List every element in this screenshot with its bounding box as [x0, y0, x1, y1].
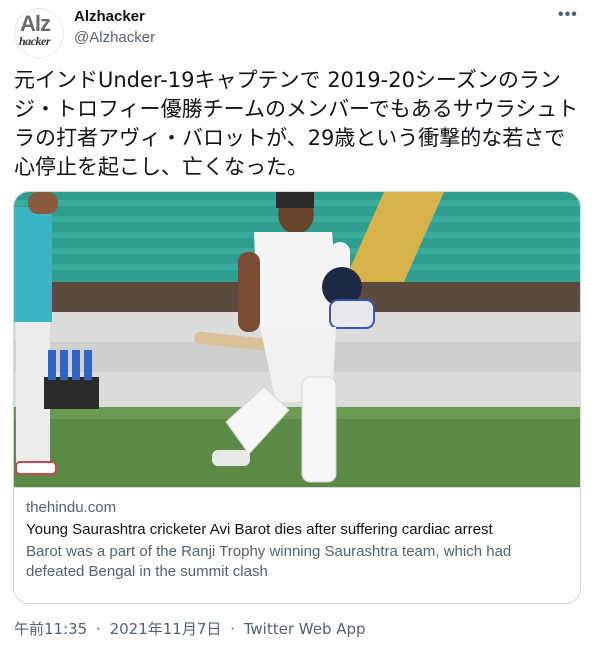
author-handle[interactable]: @Alzhacker: [74, 29, 155, 46]
tweet-timestamp: 午前11:35 · 2021年11月7日 · Twitter Web App: [14, 618, 366, 639]
card-domain: thehindu.com: [26, 499, 117, 516]
author-display-name[interactable]: Alzhacker: [74, 8, 145, 25]
tweet-source[interactable]: Twitter Web App: [244, 620, 366, 638]
separator-dot: ·: [230, 620, 235, 638]
separator-dot: ·: [96, 620, 101, 638]
tweet-text: 元インドUnder-19キャプテンで 2019-20シーズンのランジ・トロフィー…: [14, 68, 579, 179]
card-description: Barot was a part of the Ranji Trophy win…: [26, 543, 512, 580]
link-card[interactable]: thehindu.com Young Saurashtra cricketer …: [13, 191, 581, 604]
card-photo: [14, 192, 580, 487]
card-title: Young Saurashtra cricketer Avi Barot die…: [26, 521, 493, 538]
card-meta[interactable]: thehindu.com Young Saurashtra cricketer …: [14, 487, 580, 603]
three-dots-icon[interactable]: •••: [558, 6, 578, 24]
tweet-date[interactable]: 2021年11月7日: [110, 620, 222, 638]
tweet-time[interactable]: 午前11:35: [14, 620, 87, 638]
avatar-text-bottom: hacker: [19, 34, 51, 48]
avatar[interactable]: Alz hacker: [14, 8, 64, 58]
